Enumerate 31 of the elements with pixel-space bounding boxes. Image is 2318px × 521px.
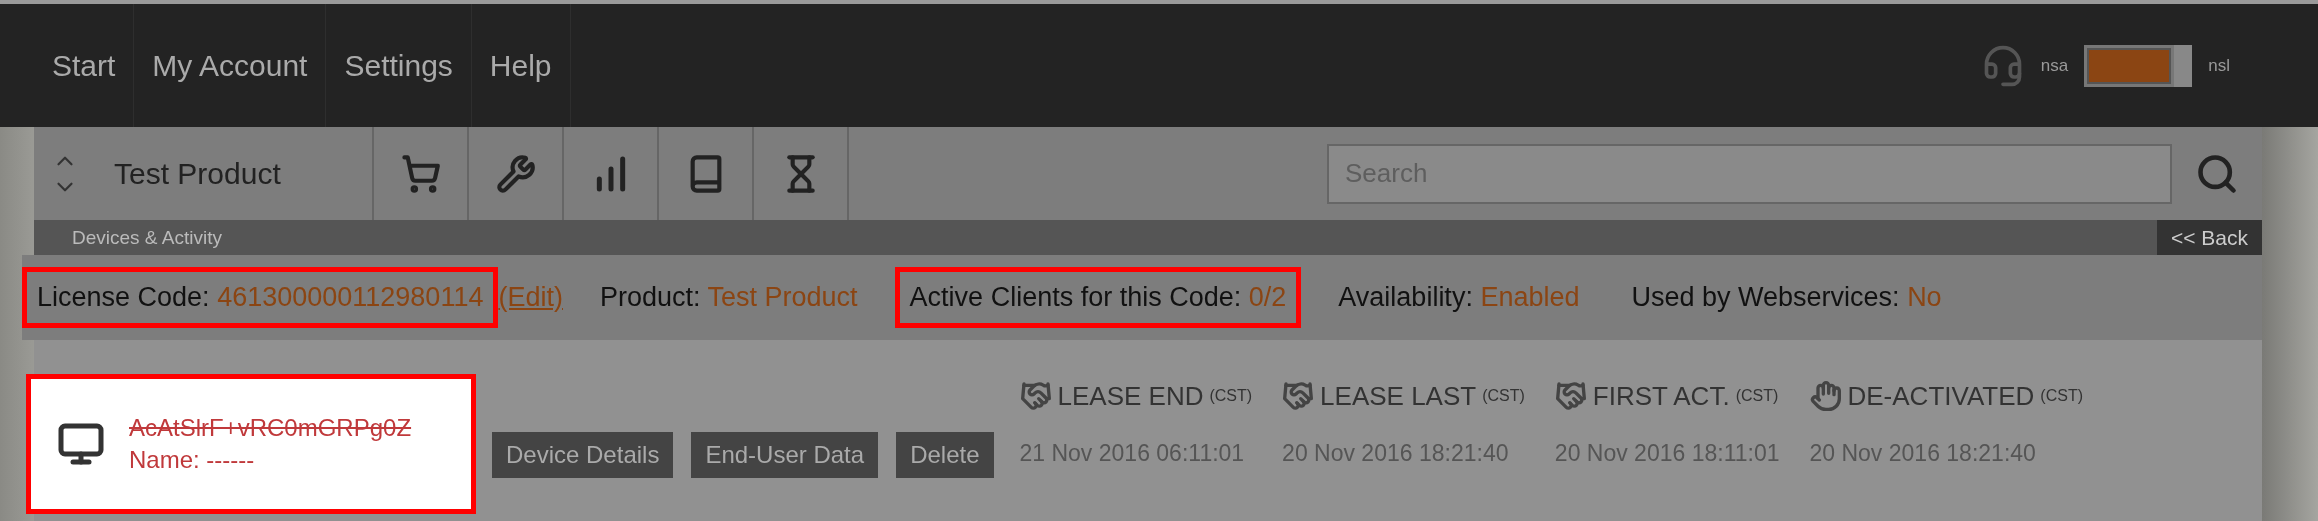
device-id: AcAtSlrF+vRC0mGRPg0Z — [129, 414, 412, 442]
timezone-label: (CST) — [1482, 387, 1525, 405]
switch-label: nsl — [2208, 55, 2230, 76]
info-text: Product: Test Product — [599, 282, 858, 313]
section-title: Devices & Activity — [72, 226, 222, 249]
handshake-icon — [1282, 380, 1315, 412]
handshake-icon — [1554, 380, 1587, 412]
date-text: 20 Nov 2016 18:21:40 — [1809, 440, 2037, 467]
toggle-switch[interactable] — [2084, 44, 2193, 87]
timezone-label: (CST) — [1735, 387, 1779, 405]
info-text: Availability: Enabled — [1338, 282, 1580, 313]
timezone-label: (CST) — [1209, 387, 1253, 405]
column-title: DE-ACTIVATED — [1847, 380, 2035, 412]
info-text: License Code: 461300000112980114 — [37, 282, 484, 313]
column-title: LEASE END — [1057, 380, 1204, 412]
info-text: Active Clients for this Code: 0/2 — [909, 282, 1287, 313]
action-button[interactable]: End-User Data — [691, 432, 879, 478]
column-title: LEASE LAST — [1320, 380, 1477, 412]
date-text: 21 Nov 2016 06:11:01 — [1019, 440, 1246, 467]
hand-icon — [1809, 380, 1842, 412]
action-button[interactable]: Delete — [896, 432, 994, 478]
timezone-label: (CST) — [2040, 387, 2083, 405]
device-name: Name: ------ — [129, 446, 256, 474]
date-text: 20 Nov 2016 18:11:01 — [1554, 440, 1780, 467]
date-text: 20 Nov 2016 18:21:40 — [1282, 440, 1510, 467]
back-button[interactable]: << Back — [2156, 220, 2262, 255]
info-text: Used by Webservices: No — [1631, 282, 1942, 313]
handshake-icon — [1019, 380, 1052, 412]
switch-label: nsa — [2040, 55, 2069, 76]
column-title: FIRST ACT. — [1592, 380, 1730, 412]
action-button[interactable]: Device Details — [492, 432, 674, 478]
